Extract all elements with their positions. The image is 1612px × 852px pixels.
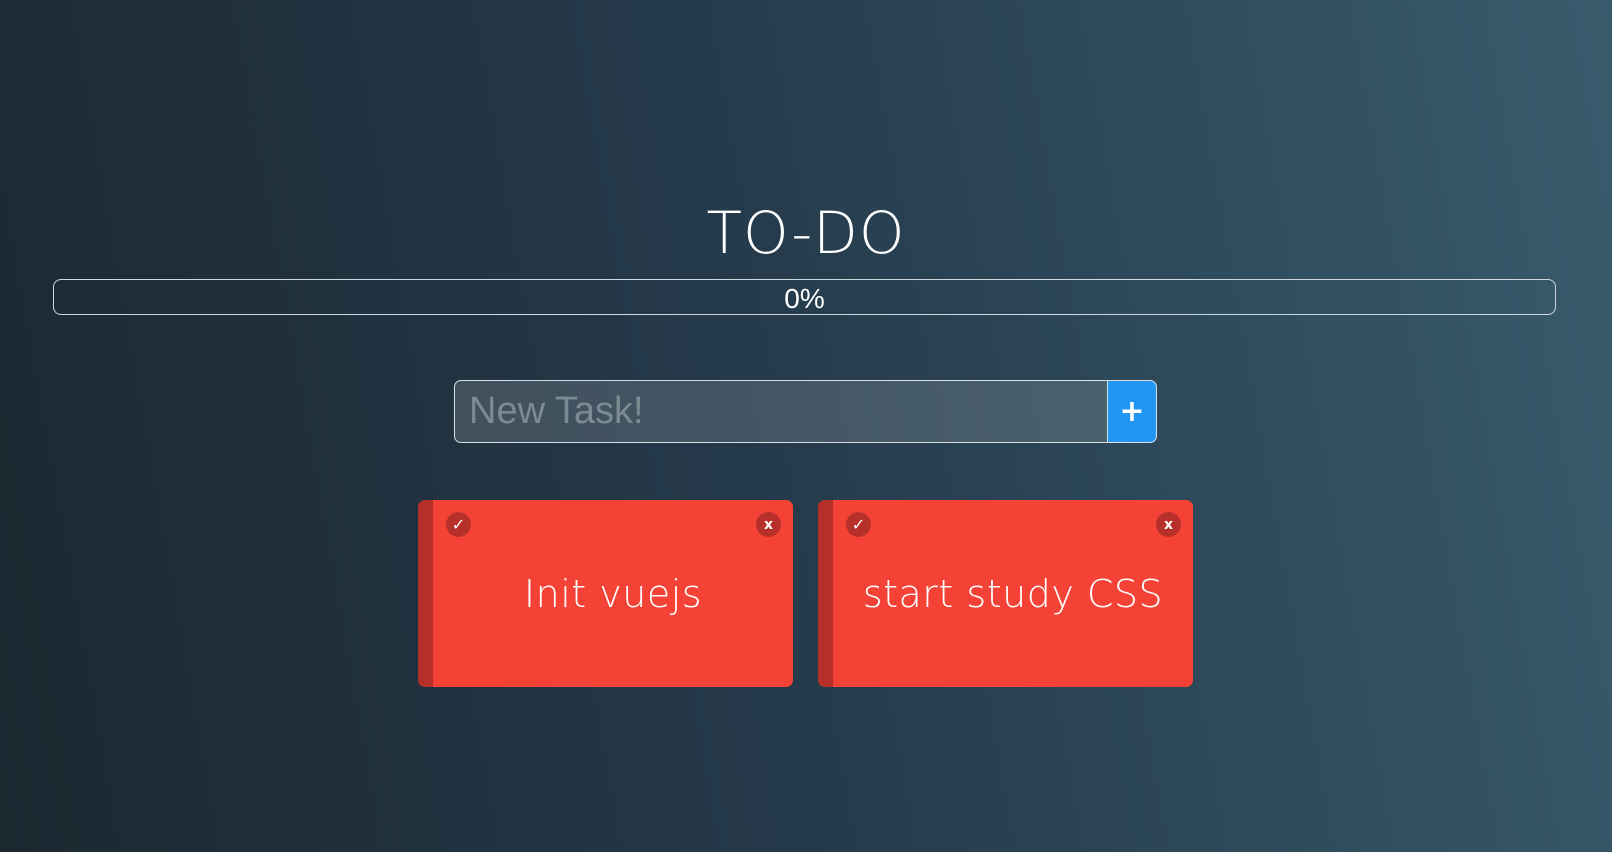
task-list: ✓ x Init vuejs ✓ x start study CSS (418, 500, 1193, 687)
new-task-form: + (454, 380, 1157, 443)
progress-label: 0% (784, 283, 825, 314)
check-icon[interactable]: ✓ (846, 512, 871, 537)
task-card: ✓ x start study CSS (818, 500, 1193, 687)
check-icon[interactable]: ✓ (446, 512, 471, 537)
new-task-input[interactable] (454, 380, 1107, 443)
add-task-button[interactable]: + (1107, 380, 1157, 443)
progress-bar: 0% (53, 279, 1556, 315)
task-text: Init vuejs (523, 571, 703, 616)
close-icon[interactable]: x (1156, 512, 1181, 537)
todo-app: TO-DO 0% + ✓ x Init vuejs ✓ x start stud… (0, 0, 1612, 852)
page-title: TO-DO (706, 199, 906, 267)
task-text: start study CSS (862, 571, 1164, 616)
task-card: ✓ x Init vuejs (418, 500, 793, 687)
close-icon[interactable]: x (756, 512, 781, 537)
